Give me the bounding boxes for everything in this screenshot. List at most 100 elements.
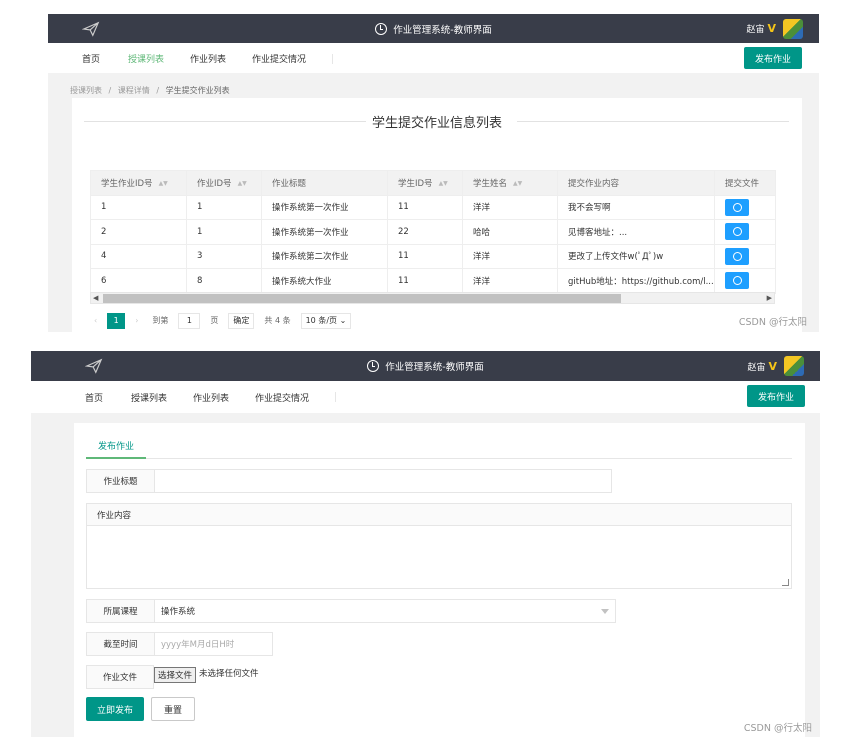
file-field: 作业文件 选择文件 未选择任何文件 bbox=[86, 665, 286, 689]
download-icon[interactable] bbox=[725, 272, 749, 290]
clock-icon bbox=[367, 360, 380, 372]
nav-assignments[interactable]: 作业列表 bbox=[193, 381, 229, 413]
dropdown-arrow-icon[interactable] bbox=[601, 609, 609, 614]
cell: 操作系统大作业 bbox=[261, 268, 388, 294]
nav-bar: 首页 授课列表 作业列表 作业提交情况 发布作业 bbox=[48, 43, 819, 73]
cell: 2 bbox=[90, 219, 187, 245]
chevron-down-icon: ⌄ bbox=[339, 316, 347, 325]
sort-icon[interactable]: ▲▼ bbox=[238, 180, 247, 187]
col-header: 提交文件 bbox=[714, 170, 776, 196]
resize-handle-icon[interactable] bbox=[782, 579, 789, 586]
cell: 6 bbox=[90, 268, 187, 294]
breadcrumb-current: 学生提交作业列表 bbox=[165, 86, 230, 95]
file-label: 作业文件 bbox=[86, 665, 154, 689]
app-title: 作业管理系统-教师界面 bbox=[31, 351, 820, 381]
col-header: 作业标题 bbox=[261, 170, 388, 196]
scrollbar-thumb[interactable] bbox=[103, 294, 621, 303]
user-name: 赵宙 bbox=[746, 25, 765, 35]
content-label: 作业内容 bbox=[87, 504, 791, 526]
goto-label: 到第 bbox=[152, 316, 169, 325]
cell: 4 bbox=[90, 243, 187, 269]
table-row: 2 1 操作系统第一次作业 22 哈哈 见博客地址：... bbox=[90, 219, 776, 245]
cell: 操作系统第一次作业 bbox=[261, 194, 388, 220]
choose-file-button[interactable]: 选择文件 bbox=[154, 667, 197, 683]
horizontal-scrollbar[interactable]: ◀ ▶ bbox=[90, 292, 775, 304]
download-icon[interactable] bbox=[725, 247, 749, 265]
nav-assignments[interactable]: 作业列表 bbox=[190, 43, 226, 73]
cell: 更改了上传文件w(ﾟДﾟ)w bbox=[557, 243, 715, 269]
scroll-left-icon[interactable]: ◀ bbox=[93, 294, 98, 302]
nav-submissions[interactable]: 作业提交情况 bbox=[255, 381, 309, 413]
download-icon[interactable] bbox=[725, 223, 749, 241]
col-header: 提交作业内容 bbox=[557, 170, 715, 196]
avatar[interactable] bbox=[784, 356, 804, 376]
breadcrumb-courses[interactable]: 授课列表 bbox=[70, 86, 102, 95]
top-bar: 作业管理系统-教师界面 赵宙 V bbox=[48, 14, 819, 43]
scroll-right-icon[interactable]: ▶ bbox=[767, 294, 772, 302]
deadline-field: 截至时间 yyyy年M月d日H时 bbox=[86, 632, 273, 656]
cell: 8 bbox=[186, 268, 262, 294]
course-select[interactable]: 操作系统 bbox=[155, 600, 615, 622]
user-menu[interactable]: 赵宙 V bbox=[746, 14, 803, 43]
table-row: 4 3 操作系统第二次作业 11 洋洋 更改了上传文件w(ﾟДﾟ)w bbox=[90, 243, 776, 269]
breadcrumb-course-detail[interactable]: 课程详情 bbox=[118, 86, 150, 95]
sort-icon[interactable]: ▲▼ bbox=[159, 180, 168, 187]
nav-home[interactable]: 首页 bbox=[82, 43, 100, 73]
tab-bar: 发布作业 bbox=[86, 433, 792, 459]
avatar[interactable] bbox=[783, 18, 803, 39]
nav-courses[interactable]: 授课列表 bbox=[131, 381, 167, 413]
cell: 1 bbox=[186, 219, 262, 245]
next-page-button[interactable]: › bbox=[131, 313, 142, 329]
reset-button[interactable]: 重置 bbox=[151, 697, 195, 721]
nav-divider bbox=[332, 54, 333, 64]
nav-home[interactable]: 首页 bbox=[85, 381, 103, 413]
cell: gitHub地址：https://github.com/l... bbox=[557, 268, 715, 294]
col-header[interactable]: 学生作业ID号 ▲▼ bbox=[90, 170, 187, 196]
cell: 洋洋 bbox=[462, 268, 558, 294]
title-input[interactable] bbox=[155, 470, 611, 492]
user-menu[interactable]: 赵宙 V bbox=[747, 351, 804, 381]
table-row: 6 8 操作系统大作业 11 洋洋 gitHub地址：https://github.com… bbox=[90, 268, 776, 294]
course-field: 所属课程 操作系统 bbox=[86, 599, 616, 623]
cell: 操作系统第二次作业 bbox=[261, 243, 388, 269]
title-divider-right bbox=[517, 121, 789, 122]
screenshot-publish-assignment: 作业管理系统-教师界面 赵宙 V 首页 授课列表 作业列表 作业提交情况 发布作业… bbox=[31, 351, 820, 737]
goto-confirm-button[interactable]: 确定 bbox=[228, 313, 255, 329]
content-field: 作业内容 bbox=[86, 503, 792, 589]
nav-courses[interactable]: 授课列表 bbox=[128, 43, 164, 73]
sort-icon[interactable]: ▲▼ bbox=[513, 180, 522, 187]
cell: 22 bbox=[387, 219, 463, 245]
screenshot-submission-list: 作业管理系统-教师界面 赵宙 V 首页 授课列表 作业列表 作业提交情况 发布作业… bbox=[48, 14, 819, 332]
current-page[interactable]: 1 bbox=[107, 313, 126, 329]
col-header[interactable]: 作业ID号 ▲▼ bbox=[186, 170, 262, 196]
deadline-input[interactable]: yyyy年M月d日H时 bbox=[155, 633, 272, 655]
download-icon[interactable] bbox=[725, 198, 749, 216]
cell: 我不会写啊 bbox=[557, 194, 715, 220]
goto-page-input[interactable]: 1 bbox=[178, 313, 201, 329]
cell: 11 bbox=[387, 194, 463, 220]
course-label: 所属课程 bbox=[87, 600, 155, 622]
publish-assignment-button[interactable]: 发布作业 bbox=[744, 47, 802, 69]
submit-button[interactable]: 立即发布 bbox=[86, 697, 144, 721]
user-badge: V bbox=[767, 22, 776, 35]
user-badge: V bbox=[768, 359, 777, 373]
pagination: ‹ 1 › 到第 1 页 确定 共 4 条 10 条/页 ⌄ bbox=[90, 308, 775, 332]
watermark: CSDN @行太阳 bbox=[743, 723, 812, 734]
col-header[interactable]: 学生ID号 ▲▼ bbox=[387, 170, 463, 196]
content-textarea[interactable] bbox=[87, 526, 791, 588]
tab-publish-assignment[interactable]: 发布作业 bbox=[86, 433, 147, 459]
page-size-select[interactable]: 10 条/页 ⌄ bbox=[300, 313, 352, 329]
cell: 11 bbox=[387, 243, 463, 269]
nav-submissions[interactable]: 作业提交情况 bbox=[252, 43, 306, 73]
sort-icon[interactable]: ▲▼ bbox=[439, 180, 448, 187]
cell: 洋洋 bbox=[462, 194, 558, 220]
app-title: 作业管理系统-教师界面 bbox=[48, 14, 819, 43]
cell: 操作系统第一次作业 bbox=[261, 219, 388, 245]
prev-page-button[interactable]: ‹ bbox=[90, 313, 101, 329]
nav-bar: 首页 授课列表 作业列表 作业提交情况 发布作业 bbox=[31, 381, 820, 413]
cell: 洋洋 bbox=[462, 243, 558, 269]
watermark: CSDN @行太阳 bbox=[738, 317, 807, 328]
col-header[interactable]: 学生姓名 ▲▼ bbox=[462, 170, 558, 196]
total-count: 共 4 条 bbox=[264, 316, 291, 325]
publish-assignment-button[interactable]: 发布作业 bbox=[747, 385, 805, 407]
